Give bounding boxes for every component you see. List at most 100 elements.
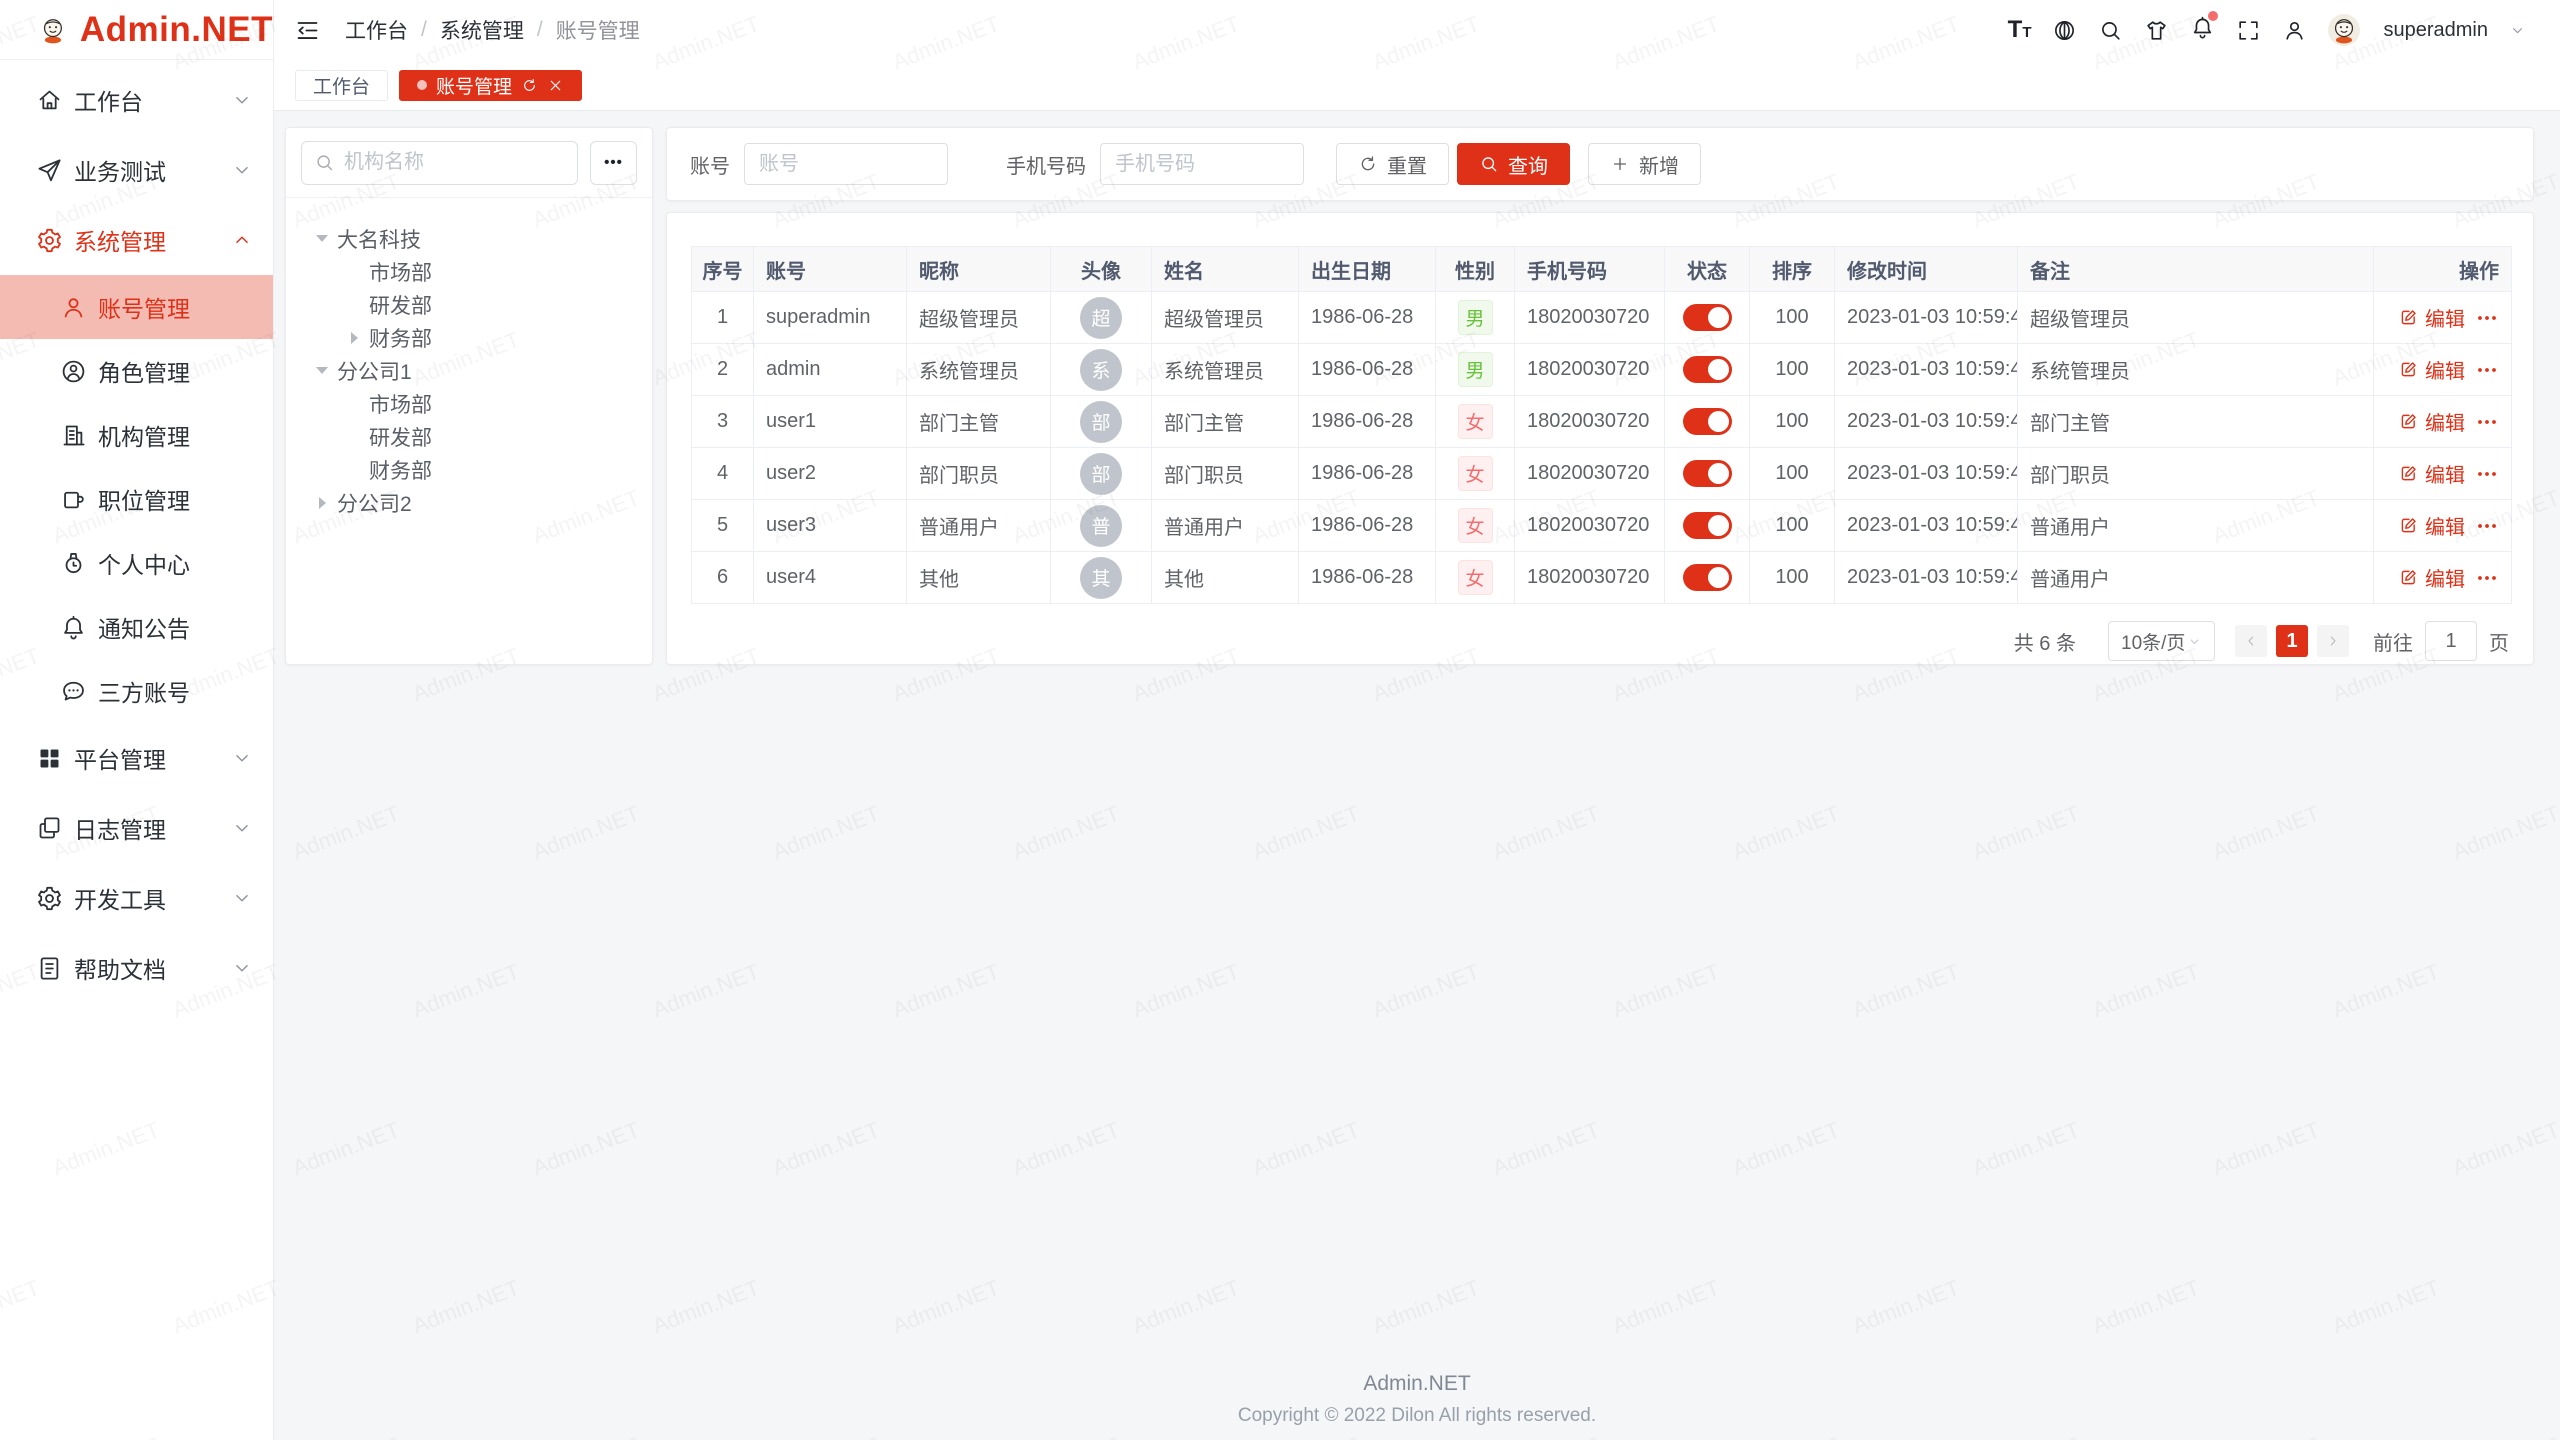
prev-page-button[interactable] <box>2235 625 2267 657</box>
logo-mascot-icon <box>38 9 68 51</box>
cell-index: 1 <box>692 292 754 344</box>
page-number[interactable]: 1 <box>2276 625 2308 657</box>
edit-button[interactable]: 编辑 <box>2398 459 2465 488</box>
sidebar-item-position-management[interactable]: 职位管理 <box>0 467 273 531</box>
add-button[interactable]: 新增 <box>1588 143 1701 185</box>
edit-button[interactable]: 编辑 <box>2398 407 2465 436</box>
edit-button[interactable]: 编辑 <box>2398 355 2465 384</box>
logo: Admin.NET <box>0 0 273 60</box>
cell-gender: 女 <box>1436 552 1515 604</box>
tree-node[interactable]: 市场部 <box>286 387 652 420</box>
status-toggle[interactable] <box>1683 408 1732 435</box>
tree-node[interactable]: 研发部 <box>286 420 652 453</box>
reset-button[interactable]: 重置 <box>1336 143 1449 185</box>
tree-node[interactable]: 大名科技 <box>286 222 652 255</box>
cell-remark: 部门职员 <box>2018 448 2374 500</box>
status-toggle[interactable] <box>1683 460 1732 487</box>
tree-more-button[interactable]: ••• <box>590 141 637 185</box>
tab-close-icon[interactable] <box>547 77 564 94</box>
font-size-icon[interactable]: TT <box>2008 18 2032 42</box>
tab-refresh-icon[interactable] <box>521 77 538 94</box>
account-input[interactable] <box>744 143 948 185</box>
user-menu-caret-icon[interactable] <box>2509 22 2526 39</box>
status-toggle[interactable] <box>1683 304 1732 331</box>
cell-birthday: 1986-06-28 <box>1299 396 1436 448</box>
sidebar-item-label: 开发工具 <box>74 881 231 915</box>
user-avatar[interactable] <box>2328 14 2360 46</box>
sidebar-item-workbench[interactable]: 工作台 <box>0 65 273 135</box>
notifications-button[interactable] <box>2190 15 2215 45</box>
more-actions-icon[interactable] <box>2475 358 2499 382</box>
footer-copyright: Copyright © 2022 Dilon All rights reserv… <box>274 1405 2560 1427</box>
table-row: 1superadmin超级管理员超超级管理员1986-06-28男1802003… <box>692 292 2512 344</box>
theme-shirt-icon[interactable] <box>2144 18 2169 43</box>
profile-icon[interactable] <box>2282 18 2307 43</box>
copy-icon <box>36 815 63 842</box>
edit-button[interactable]: 编辑 <box>2398 511 2465 540</box>
language-icon[interactable] <box>2052 18 2077 43</box>
sidebar-item-dev-tools[interactable]: 开发工具 <box>0 863 273 933</box>
breadcrumb-item[interactable]: 工作台 <box>345 15 408 45</box>
org-search-field[interactable] <box>301 141 578 185</box>
page-size-select[interactable]: 10条/页 <box>2108 621 2215 661</box>
tree-node[interactable]: 分公司1 <box>286 354 652 387</box>
sidebar-item-role-management[interactable]: 角色管理 <box>0 339 273 403</box>
chevron-down-icon <box>231 747 253 769</box>
sidebar-item-notice[interactable]: 通知公告 <box>0 595 273 659</box>
sidebar-item-account-management[interactable]: 账号管理 <box>0 275 273 339</box>
tab-workbench[interactable]: 工作台 <box>295 70 388 101</box>
status-toggle[interactable] <box>1683 356 1732 383</box>
tree-node[interactable]: 分公司2 <box>286 486 652 519</box>
status-toggle[interactable] <box>1683 512 1732 539</box>
edit-button[interactable]: 编辑 <box>2398 563 2465 592</box>
tree-caret-icon[interactable] <box>312 497 332 509</box>
cell-gender: 男 <box>1436 292 1515 344</box>
cell-sort: 100 <box>1750 448 1835 500</box>
tree-node[interactable]: 财务部 <box>286 453 652 486</box>
tree-caret-icon[interactable] <box>312 235 332 242</box>
username[interactable]: superadmin <box>2383 19 2488 42</box>
tree-node[interactable]: 财务部 <box>286 321 652 354</box>
goto-page-input[interactable] <box>2425 621 2477 661</box>
tree-caret-icon[interactable] <box>344 332 364 344</box>
tree-caret-icon[interactable] <box>312 367 332 374</box>
sidebar-item-personal-center[interactable]: 个人中心 <box>0 531 273 595</box>
menu-fold-icon[interactable] <box>294 17 321 44</box>
cell-phone: 18020030720 <box>1515 396 1665 448</box>
sidebar-item-business-test[interactable]: 业务测试 <box>0 135 273 205</box>
edit-button[interactable]: 编辑 <box>2398 303 2465 332</box>
tree-node[interactable]: 市场部 <box>286 255 652 288</box>
sidebar-item-help-docs[interactable]: 帮助文档 <box>0 933 273 1003</box>
next-page-button[interactable] <box>2317 625 2349 657</box>
cell-account: admin <box>754 344 907 396</box>
search-icon[interactable] <box>2098 18 2123 43</box>
accounts-table: 序号账号昵称头像姓名出生日期性别手机号码状态排序修改时间备注操作 1supera… <box>691 246 2512 604</box>
sidebar-item-third-party-account[interactable]: 三方账号 <box>0 659 273 723</box>
more-actions-icon[interactable] <box>2475 462 2499 486</box>
more-actions-icon[interactable] <box>2475 410 2499 434</box>
more-actions-icon[interactable] <box>2475 306 2499 330</box>
more-actions-icon[interactable] <box>2475 514 2499 538</box>
table-row: 5user3普通用户普普通用户1986-06-28女18020030720100… <box>692 500 2512 552</box>
phone-input[interactable] <box>1100 143 1304 185</box>
sidebar-item-label: 机构管理 <box>98 418 253 452</box>
column-header: 操作 <box>2374 247 2512 292</box>
cell-name: 超级管理员 <box>1152 292 1299 344</box>
tree-node-label: 财务部 <box>369 455 432 485</box>
more-actions-icon[interactable] <box>2475 566 2499 590</box>
active-tab-dot <box>417 80 427 90</box>
org-search-input[interactable] <box>344 151 565 174</box>
cell-phone: 18020030720 <box>1515 344 1665 396</box>
status-toggle[interactable] <box>1683 564 1732 591</box>
sidebar-item-org-management[interactable]: 机构管理 <box>0 403 273 467</box>
sidebar-item-log-management[interactable]: 日志管理 <box>0 793 273 863</box>
tab-account-management[interactable]: 账号管理 <box>399 70 582 101</box>
tree-node[interactable]: 研发部 <box>286 288 652 321</box>
query-button[interactable]: 查询 <box>1457 143 1570 185</box>
fullscreen-icon[interactable] <box>2236 18 2261 43</box>
sidebar-item-system-management[interactable]: 系统管理 <box>0 205 273 275</box>
page-unit-label: 页 <box>2489 627 2509 656</box>
cell-phone: 18020030720 <box>1515 552 1665 604</box>
breadcrumb-item[interactable]: 系统管理 <box>440 15 524 45</box>
sidebar-item-platform-management[interactable]: 平台管理 <box>0 723 273 793</box>
